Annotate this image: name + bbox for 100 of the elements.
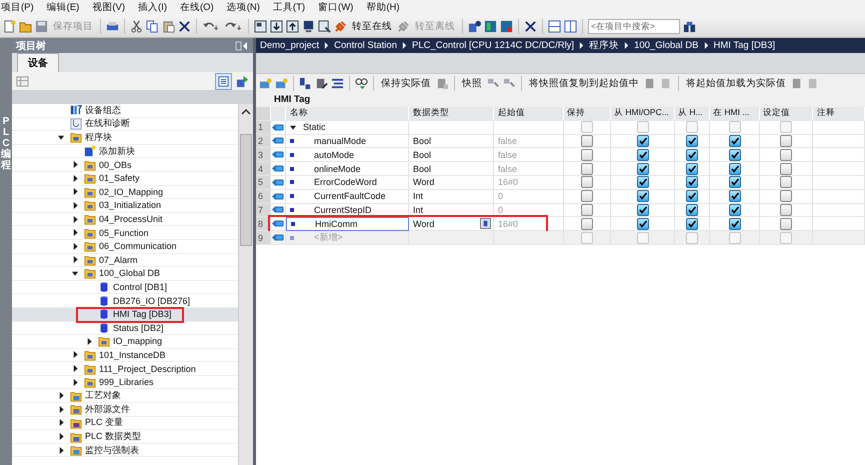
add-row-icon[interactable] (275, 77, 288, 90)
expand-arrow-icon[interactable] (58, 134, 65, 141)
checkbox[interactable] (686, 121, 698, 134)
checkbox[interactable] (581, 232, 593, 244)
scrollbar[interactable] (238, 104, 253, 465)
tag-name[interactable]: HmiComm (315, 219, 358, 230)
tree-item[interactable]: 101_InstanceDB (99, 350, 166, 360)
breadcrumb-item[interactable]: Control Station (334, 40, 397, 51)
expand-arrow-icon[interactable] (72, 161, 79, 168)
cut-icon[interactable] (130, 20, 143, 32)
save-icon[interactable] (35, 20, 48, 32)
menu-item[interactable]: 工具(T) (272, 1, 306, 14)
copy-snapshot-button[interactable]: 将快照值复制到起始值中 (527, 77, 641, 90)
tree-item[interactable]: PLC 数据类型 (85, 430, 142, 444)
expand-arrow-icon[interactable] (86, 338, 93, 345)
column-header[interactable]: 从 HMI/OPC... (611, 107, 675, 121)
expand-arrow-icon[interactable] (72, 378, 79, 386)
tree-item[interactable]: DB276_IO [DB276] (113, 296, 190, 306)
tag-name[interactable]: CurrentFaultCode (314, 191, 386, 202)
new-document-icon[interactable] (3, 20, 16, 32)
checkbox[interactable] (686, 204, 698, 216)
tree-item[interactable]: 06_Communication (99, 241, 177, 252)
checkbox[interactable] (686, 190, 698, 202)
menu-item[interactable]: 项目(P) (1, 1, 34, 14)
expand-arrow-icon[interactable] (58, 392, 65, 400)
checkbox[interactable] (686, 162, 698, 175)
tag-name[interactable]: Static (303, 122, 326, 132)
tag-name[interactable]: onlineMode (314, 164, 361, 174)
checkbox[interactable] (728, 232, 740, 244)
checkbox[interactable] (686, 176, 698, 188)
tree-item[interactable]: Status [DB2] (113, 322, 164, 333)
checkbox[interactable] (728, 121, 740, 134)
expand-arrow-icon[interactable] (72, 174, 79, 182)
load-start-values-button[interactable]: 将起始值加载为实际值 (684, 77, 788, 90)
column-header[interactable]: 在 HMI ... (710, 107, 760, 121)
breadcrumb-item[interactable]: HMI Tag [DB3] (714, 40, 776, 51)
breadcrumb-item[interactable]: Demo_project (260, 40, 320, 51)
split-horizontal-icon[interactable] (548, 20, 561, 32)
checkbox[interactable] (780, 148, 792, 161)
export-icon[interactable] (236, 74, 249, 88)
expand-arrow-icon[interactable] (58, 406, 65, 413)
view-toggle-icon[interactable] (215, 72, 232, 90)
tree-item[interactable]: 设备组态 (85, 104, 121, 117)
checkbox[interactable] (581, 218, 593, 230)
checkbox[interactable] (780, 232, 792, 244)
monitor-icon[interactable] (302, 20, 315, 32)
checkbox[interactable] (636, 218, 648, 230)
tree-item[interactable]: IO_mapping (113, 336, 162, 346)
tag-name[interactable]: ErrorCodeWord (314, 177, 377, 188)
checkbox[interactable] (581, 162, 593, 175)
split-vertical-icon[interactable] (564, 20, 577, 32)
insert-row-icon[interactable] (259, 77, 272, 90)
checkbox[interactable] (581, 121, 593, 134)
undo-icon[interactable] (202, 20, 221, 32)
breadcrumb-item[interactable]: 程序块 (589, 39, 620, 52)
expand-arrow-icon[interactable] (58, 433, 65, 440)
close-icon[interactable] (524, 20, 537, 32)
scroll-up-icon[interactable] (241, 107, 251, 117)
checkbox[interactable] (728, 134, 740, 147)
checkbox[interactable] (636, 148, 648, 161)
go-online-button[interactable]: 转至在线 (350, 20, 394, 32)
checkbox[interactable] (636, 176, 648, 188)
checkbox[interactable] (728, 162, 740, 175)
column-header[interactable]: 设定值 (760, 107, 813, 121)
checkbox[interactable] (636, 134, 648, 147)
breadcrumb-item[interactable]: PLC_Control [CPU 1214C DC/DC/Rly] (412, 40, 574, 51)
menu-item[interactable]: 在线(O) (180, 1, 214, 14)
tree-item[interactable]: Control [DB1] (113, 282, 168, 292)
checkbox[interactable] (686, 148, 698, 161)
checkbox[interactable] (636, 204, 648, 216)
menu-item[interactable]: 视图(V) (92, 1, 126, 14)
expand-arrow-icon[interactable] (58, 419, 65, 426)
column-header[interactable]: 注释 (813, 107, 865, 121)
tree-item[interactable]: HMI Tag [DB3] (113, 309, 172, 320)
tree-item[interactable]: 外部源文件 (85, 402, 130, 416)
checkbox[interactable] (581, 204, 593, 216)
type-picker-icon[interactable] (480, 218, 491, 230)
expand-arrow-icon[interactable] (72, 229, 79, 236)
pin-icon[interactable] (235, 40, 249, 50)
checkbox[interactable] (728, 148, 740, 161)
tree-item[interactable]: 监控与强制表 (85, 444, 139, 457)
menu-item[interactable]: 帮助(H) (366, 1, 400, 14)
tree-item[interactable]: 05_Function (99, 228, 149, 238)
tree-item[interactable]: 程序块 (85, 130, 112, 144)
tree-item[interactable]: 00_OBs (99, 160, 132, 170)
checkbox[interactable] (780, 218, 792, 230)
column-header[interactable]: 起始值 (494, 107, 564, 121)
snapshot-button[interactable]: 快照 (460, 77, 484, 90)
checkbox[interactable] (780, 204, 792, 216)
checkbox[interactable] (581, 148, 593, 161)
breadcrumb-item[interactable]: 100_Global DB (634, 40, 699, 51)
checkbox[interactable] (728, 218, 740, 230)
checkbox[interactable] (728, 176, 740, 188)
delete-icon[interactable] (178, 20, 191, 32)
tree-item[interactable]: 04_ProcessUnit (99, 214, 163, 224)
tree-item[interactable]: 添加新块 (99, 144, 135, 158)
paste-icon[interactable] (162, 20, 175, 32)
checkbox[interactable] (581, 134, 593, 147)
binoculars-icon[interactable] (683, 20, 696, 32)
tree-item[interactable]: 100_Global DB (99, 268, 160, 278)
